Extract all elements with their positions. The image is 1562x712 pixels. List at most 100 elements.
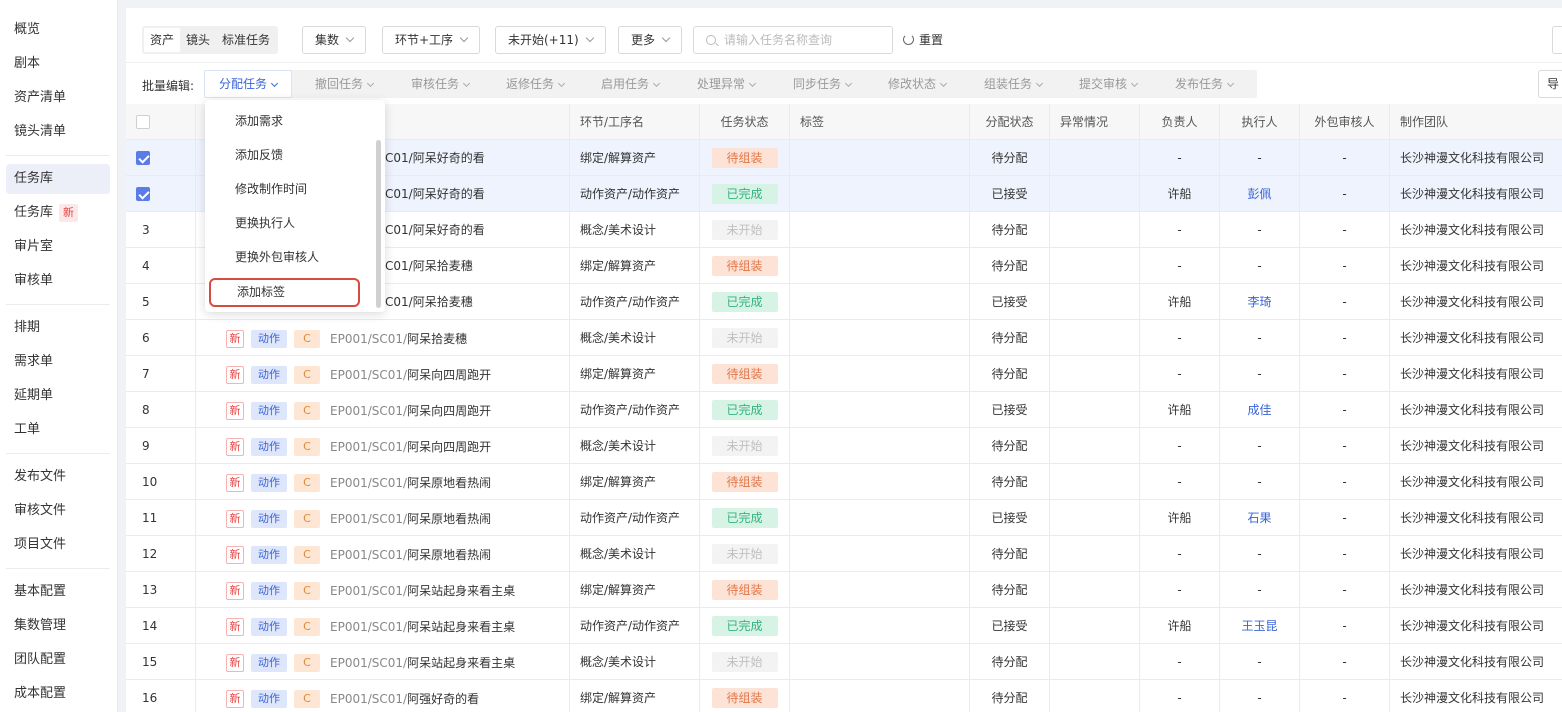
task-code: EP001/SC01/ <box>330 475 408 490</box>
table-row[interactable]: 16 新动作 C EP001/SC01/阿强好奇的看 绑定/解算资产 待组装 待分配 - - - 长… <box>126 680 1562 712</box>
executor-name[interactable]: 成佳 <box>1247 403 1271 417</box>
executor-name[interactable]: 彭佩 <box>1247 187 1271 201</box>
executor-name: - <box>1257 583 1262 597</box>
menu-item-modify-production-time[interactable]: 修改制作时间 <box>205 172 375 206</box>
table-row[interactable]: 14 新动作 C EP001/SC01/阿呆站起身来看主桌 动作资产/动作资产 已完成 已接… <box>126 608 1562 644</box>
row-checkbox[interactable] <box>136 187 150 201</box>
task-search[interactable] <box>693 26 893 54</box>
table-row[interactable]: 12 新动作 C EP001/SC01/阿呆原地看热闹 概念/美术设计 未开始 待分配 - - -… <box>126 536 1562 572</box>
chevron-down-icon <box>652 79 661 88</box>
task-name-cell: 新动作 C EP001/SC01/阿呆向四周跑开 <box>196 428 570 464</box>
table-row[interactable]: 8 新动作 C EP001/SC01/阿呆向四周跑开 动作资产/动作资产 已完成 已接受 许船… <box>126 392 1562 428</box>
sidebar-item-requirement[interactable]: 需求单 <box>6 347 110 377</box>
task-name[interactable]: C01/阿呆拾麦穗 <box>385 259 473 273</box>
more-dropdown[interactable]: 更多 <box>618 26 683 54</box>
executor-name[interactable]: 石果 <box>1247 511 1271 525</box>
sidebar-item-schedule[interactable]: 排期 <box>6 313 110 343</box>
task-path[interactable]: EP001/SC01/阿呆原地看热闹 <box>330 465 491 501</box>
sidebar-item-project-files[interactable]: 项目文件 <box>6 530 110 560</box>
table-row[interactable]: 13 新动作 C EP001/SC01/阿呆站起身来看主桌 绑定/解算资产 待组装 待分配 -… <box>126 572 1562 608</box>
table-row[interactable]: 11 新动作 C EP001/SC01/阿呆原地看热闹 动作资产/动作资产 已完成 已接受 许… <box>126 500 1562 536</box>
task-path[interactable]: EP001/SC01/阿呆向四周跑开 <box>330 393 491 429</box>
assign-status-cell: 已接受 <box>970 176 1050 212</box>
episode-dropdown[interactable]: 集数 <box>302 26 367 54</box>
batch-review-task[interactable]: 审核任务 <box>411 70 471 98</box>
toolbar-edge-button[interactable] <box>1552 26 1562 54</box>
task-path[interactable]: EP001/SC01/阿呆向四周跑开 <box>330 429 491 465</box>
menu-item-add-tag[interactable]: 添加标签 <box>209 278 360 307</box>
sidebar-item-review-files[interactable]: 审核文件 <box>6 496 110 526</box>
select-all-checkbox[interactable] <box>136 115 150 129</box>
batch-submit-review[interactable]: 提交审核 <box>1079 70 1139 98</box>
table-row[interactable]: 7 新动作 C EP001/SC01/阿呆向四周跑开 绑定/解算资产 待组装 待分配 - - - 长… <box>126 356 1562 392</box>
menu-item-add-requirement[interactable]: 添加需求 <box>205 104 375 138</box>
table-row[interactable]: 10 新动作 C EP001/SC01/阿呆原地看热闹 绑定/解算资产 待组装 待分配 - - -… <box>126 464 1562 500</box>
segment-asset[interactable]: 资产 <box>144 28 181 52</box>
stage-cell: 概念/美术设计 <box>570 212 700 248</box>
task-name[interactable]: C01/阿呆拾麦穗 <box>385 295 473 309</box>
sidebar-item-cost-config[interactable]: 成本配置 <box>6 679 110 709</box>
table-row[interactable]: 9 新动作 C EP001/SC01/阿呆向四周跑开 概念/美术设计 未开始 待分配 - - - 长… <box>126 428 1562 464</box>
reset-button[interactable]: 重置 <box>903 26 943 54</box>
row-checkbox[interactable] <box>136 151 150 165</box>
task-path[interactable]: EP001/SC01/阿强好奇的看 <box>330 681 479 712</box>
export-button[interactable]: 导 <box>1538 70 1562 98</box>
sidebar-item-publish-files[interactable]: 发布文件 <box>6 462 110 492</box>
batch-assign-task[interactable]: 分配任务 <box>204 70 293 98</box>
sidebar-item-overview[interactable]: 概览 <box>6 15 110 45</box>
owner-name: - <box>1177 439 1182 453</box>
sidebar-item-review-list[interactable]: 审核单 <box>6 266 110 296</box>
task-path[interactable]: EP001/SC01/阿呆原地看热闹 <box>330 537 491 573</box>
task-path[interactable]: EP001/SC01/阿呆站起身来看主桌 <box>330 573 515 609</box>
sidebar-item-delay[interactable]: 延期单 <box>6 381 110 411</box>
menu-item-change-outsource-reviewer[interactable]: 更换外包审核人 <box>205 240 375 274</box>
assign-status: 待分配 <box>991 547 1028 561</box>
sidebar-item-work-order[interactable]: 工单 <box>6 415 110 445</box>
table-row[interactable]: 15 新动作 C EP001/SC01/阿呆站起身来看主桌 概念/美术设计 未开始 待分配 -… <box>126 644 1562 680</box>
task-path[interactable]: EP001/SC01/阿呆站起身来看主桌 <box>330 645 515 681</box>
task-path[interactable]: EP001/SC01/阿呆站起身来看主桌 <box>330 609 515 645</box>
batch-modify-status[interactable]: 修改状态 <box>888 70 948 98</box>
assign-status: 已接受 <box>991 511 1028 525</box>
header-task-status: 任务状态 <box>700 104 790 140</box>
sidebar-item-task-library-new[interactable]: 任务库新 <box>6 198 110 228</box>
table-row[interactable]: 6 新动作 C EP001/SC01/阿呆拾麦穗 概念/美术设计 未开始 待分配 - - - 长沙神… <box>126 320 1562 356</box>
status-dropdown[interactable]: 未开始(+11) <box>495 26 606 54</box>
segment-shot[interactable]: 镜头 <box>180 28 216 52</box>
tags-cell <box>790 680 970 712</box>
task-name[interactable]: C01/阿呆好奇的看 <box>385 223 485 237</box>
batch-rework-task[interactable]: 返修任务 <box>506 70 566 98</box>
header-team: 制作团队 <box>1400 115 1449 129</box>
search-input[interactable] <box>724 31 884 49</box>
task-path[interactable]: EP001/SC01/阿呆拾麦穗 <box>330 321 467 357</box>
tags-cell <box>790 392 970 428</box>
batch-publish-task[interactable]: 发布任务 <box>1175 70 1235 98</box>
task-path[interactable]: EP001/SC01/阿呆原地看热闹 <box>330 501 491 537</box>
stage-dropdown[interactable]: 环节+工序 <box>382 26 481 54</box>
segment-standard-task[interactable]: 标准任务 <box>216 28 276 52</box>
task-name[interactable]: C01/阿呆好奇的看 <box>385 187 485 201</box>
task-path[interactable]: EP001/SC01/阿呆向四周跑开 <box>330 357 491 393</box>
batch-withdraw-task[interactable]: 撤回任务 <box>315 70 375 98</box>
task-status-cell: 待组装 <box>700 572 790 608</box>
sidebar-item-shot-list[interactable]: 镜头清单 <box>6 117 110 147</box>
sidebar-item-review-room[interactable]: 审片室 <box>6 232 110 262</box>
executor-name[interactable]: 王玉昆 <box>1241 619 1277 633</box>
sidebar-item-episode-mgmt[interactable]: 集数管理 <box>6 611 110 641</box>
sidebar-item-asset-list[interactable]: 资产清单 <box>6 83 110 113</box>
batch-sync-task[interactable]: 同步任务 <box>793 70 853 98</box>
batch-handle-exception[interactable]: 处理异常 <box>697 70 757 98</box>
sidebar-item-task-library[interactable]: 任务库 <box>6 164 110 194</box>
sidebar-item-team-config[interactable]: 团队配置 <box>6 645 110 675</box>
chevron-down-icon <box>939 79 948 88</box>
menu-item-add-feedback[interactable]: 添加反馈 <box>205 138 375 172</box>
action-tag: 动作 <box>251 545 287 564</box>
sidebar-item-basic-config[interactable]: 基本配置 <box>6 577 110 607</box>
task-name[interactable]: C01/阿呆好奇的看 <box>385 151 485 165</box>
batch-enable-task[interactable]: 启用任务 <box>601 70 661 98</box>
executor-name[interactable]: 李琦 <box>1247 295 1271 309</box>
menu-item-change-executor[interactable]: 更换执行人 <box>205 206 375 240</box>
menu-scrollbar[interactable] <box>376 140 381 308</box>
batch-assemble-task[interactable]: 组装任务 <box>984 70 1044 98</box>
sidebar-item-script[interactable]: 剧本 <box>6 49 110 79</box>
